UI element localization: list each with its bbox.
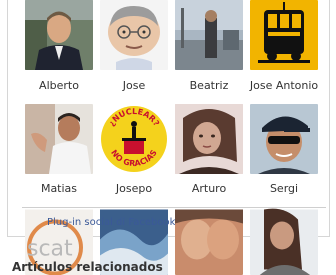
friend-name: Jose Antonio [249,79,319,92]
logo-text: scat [27,237,73,262]
avatar[interactable] [250,104,318,174]
avatar[interactable] [25,104,93,174]
frame-border-left [7,0,8,236]
avatar[interactable] [175,208,243,275]
avatar[interactable] [250,208,318,275]
friend-name: Sergi [269,182,299,195]
friend-name: Josepo [115,182,153,195]
friend-name: Beatriz [189,79,229,92]
frame-border-right [329,0,330,236]
avatar[interactable] [175,104,243,174]
facebook-plugin-label[interactable]: Plug-in social di Facebook [47,217,175,228]
friend-name: Jose [122,79,146,92]
avatar[interactable] [25,0,93,70]
avatar[interactable] [250,0,318,70]
avatar[interactable]: ¿NUCLEAR? NO GRACIAS [100,104,168,174]
friend-name: Matias [40,182,78,195]
section-title: Artículos relacionados [12,260,163,274]
avatar[interactable] [100,0,168,70]
avatar[interactable] [175,0,243,70]
friend-name: Arturo [191,182,227,195]
separator [22,207,326,208]
friend-name: Alberto [39,79,79,92]
